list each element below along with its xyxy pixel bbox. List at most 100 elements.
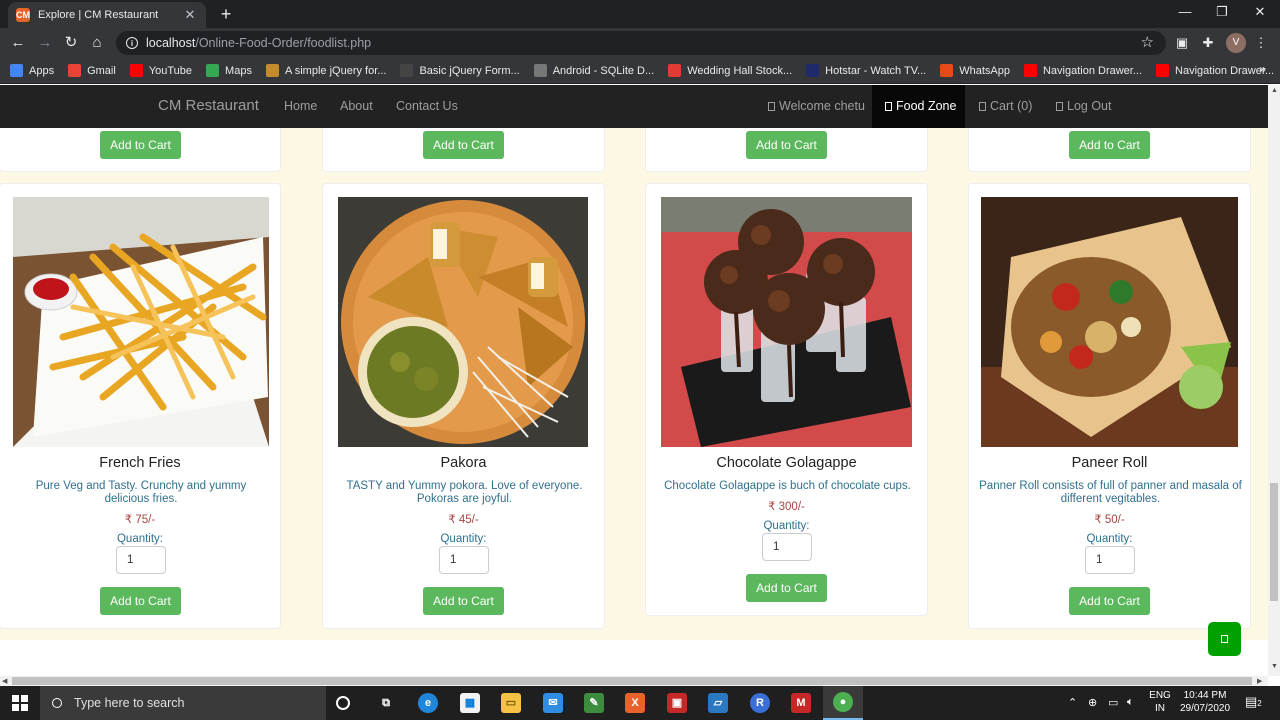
reload-icon[interactable]: ↻: [60, 33, 82, 53]
bookmark-item[interactable]: Navigation Drawer...: [1156, 64, 1274, 77]
extension-icon[interactable]: ▣: [1173, 34, 1191, 52]
cart-icon: [979, 102, 986, 111]
nav-food-zone[interactable]: Food Zone: [885, 99, 956, 113]
vertical-scroll-thumb[interactable]: [1270, 483, 1278, 601]
bookmark-item[interactable]: Apps: [10, 64, 54, 77]
quantity-input[interactable]: 1: [1085, 546, 1135, 574]
food-description: Pure Veg and Tasty. Crunchy and yummy de…: [35, 480, 247, 505]
address-bar[interactable]: i localhost/Online-Food-Order/foodlist.p…: [116, 31, 1166, 55]
bookmark-item[interactable]: Navigation Drawer...: [1023, 64, 1142, 77]
bookmark-label: Gmail: [87, 64, 116, 77]
task-view-icon[interactable]: ⧉: [376, 693, 396, 713]
mail-icon[interactable]: ✉: [543, 693, 563, 713]
food-card-chocolate-golagappe: Chocolate Golagappe Chocolate Golagappe …: [645, 183, 928, 616]
bookmark-label: Wedding Hall Stock...: [687, 64, 793, 77]
quantity-input[interactable]: 1: [116, 546, 166, 574]
food-name: Chocolate Golagappe: [716, 455, 857, 471]
nav-about[interactable]: About: [340, 99, 373, 113]
notepad-icon[interactable]: ✎: [584, 693, 604, 713]
forward-icon[interactable]: →: [34, 33, 56, 53]
r-app-icon[interactable]: R: [750, 693, 770, 713]
minimize-icon[interactable]: —: [1173, 4, 1197, 19]
bookmark-item[interactable]: YouTube: [129, 64, 192, 77]
close-tab-icon[interactable]: ✕: [182, 7, 198, 23]
file-explorer-icon[interactable]: ▭: [501, 693, 521, 713]
quantity-input[interactable]: 1: [439, 546, 489, 574]
profile-avatar[interactable]: V: [1226, 33, 1246, 53]
nav-log-out[interactable]: Log Out: [1056, 99, 1111, 113]
scroll-down-arrow-icon[interactable]: ▼: [1271, 663, 1278, 670]
add-to-cart-button[interactable]: Add to Cart: [423, 587, 504, 615]
add-to-cart-button[interactable]: Add to Cart: [423, 131, 504, 159]
food-zone-label: Food Zone: [896, 99, 957, 113]
add-to-cart-button[interactable]: Add to Cart: [100, 131, 181, 159]
chocolate-golagappe-image: [661, 197, 912, 447]
taskbar-clock[interactable]: 10:44 PM 29/07/2020: [1174, 689, 1236, 715]
chrome-icon: ●: [833, 692, 853, 712]
network-icon[interactable]: ⊕: [1088, 696, 1097, 709]
bookmark-item[interactable]: Android - SQLite D...: [533, 64, 654, 77]
food-price: ₹ 50/-: [1094, 514, 1125, 526]
bookmark-item[interactable]: Gmail: [68, 64, 116, 77]
site-brand[interactable]: CM Restaurant: [158, 97, 259, 114]
store-icon[interactable]: ▦: [460, 693, 480, 713]
notifications-icon[interactable]: ▤2: [1245, 694, 1262, 710]
add-to-cart-button[interactable]: Add to Cart: [746, 574, 827, 602]
bookmark-item[interactable]: WhatsApp: [940, 64, 1010, 77]
search-placeholder: Type here to search: [74, 696, 185, 710]
windows-start-icon[interactable]: [12, 695, 28, 711]
scroll-left-arrow-icon[interactable]: ◀: [2, 677, 7, 685]
food-name: Paneer Roll: [1071, 455, 1148, 471]
volume-icon[interactable]: 🔈︎: [1127, 696, 1134, 709]
bookmark-item[interactable]: A simple jQuery for...: [265, 64, 386, 77]
show-hidden-icons-icon[interactable]: ⌃: [1068, 696, 1077, 709]
browser-menu-icon[interactable]: ⋮: [1252, 34, 1270, 52]
nav-home[interactable]: Home: [284, 99, 317, 113]
add-to-cart-button[interactable]: Add to Cart: [100, 587, 181, 615]
cortana-icon[interactable]: [336, 696, 350, 710]
maximize-icon[interactable]: ❐: [1210, 4, 1234, 20]
xampp-icon[interactable]: X: [625, 693, 645, 713]
input-language[interactable]: ENG IN: [1147, 689, 1173, 715]
nav-cart[interactable]: Cart (0): [979, 99, 1032, 113]
battery-icon[interactable]: ▭: [1108, 696, 1118, 709]
scroll-up-arrow-icon[interactable]: ▲: [1271, 87, 1278, 94]
horizontal-scroll-thumb[interactable]: [12, 677, 1252, 685]
home-icon[interactable]: ⌂: [86, 33, 108, 53]
vertical-scrollbar[interactable]: ▲ ▼: [1268, 85, 1280, 676]
add-to-cart-button[interactable]: Add to Cart: [746, 131, 827, 159]
scroll-right-arrow-icon[interactable]: ▶: [1257, 677, 1262, 685]
paneer-roll-image: [981, 197, 1238, 447]
site-info-icon[interactable]: i: [126, 37, 138, 49]
bookmark-item[interactable]: Wedding Hall Stock...: [668, 64, 792, 77]
edge-icon[interactable]: e: [418, 693, 438, 713]
new-tab-button[interactable]: +: [216, 4, 236, 24]
nav-welcome-user[interactable]: Welcome chetu: [768, 99, 865, 113]
horizontal-scrollbar[interactable]: ◀ ▶: [0, 676, 1268, 686]
nav-contact-us[interactable]: Contact Us: [396, 99, 458, 113]
bookmark-item[interactable]: Basic jQuery Form...: [400, 64, 520, 77]
browser-tab[interactable]: CM Explore | CM Restaurant ✕: [8, 2, 206, 28]
add-to-cart-button[interactable]: Add to Cart: [1069, 131, 1150, 159]
bookmark-favicon-icon: [400, 64, 414, 77]
bookmark-item[interactable]: Hotstar - Watch TV...: [806, 64, 926, 77]
gift-app-icon[interactable]: ▣: [667, 693, 687, 713]
bookmark-label: Maps: [225, 64, 252, 77]
scroll-to-top-button[interactable]: [1208, 622, 1241, 656]
clock-date: 29/07/2020: [1179, 703, 1231, 714]
browser-toolbar: ← → ↻ ⌂ i localhost/Online-Food-Order/fo…: [0, 28, 1280, 58]
more-bookmarks-icon[interactable]: »: [1259, 62, 1266, 76]
gmail-icon: [68, 64, 82, 77]
add-to-cart-button[interactable]: Add to Cart: [1069, 587, 1150, 615]
extensions-puzzle-icon[interactable]: ✚: [1199, 34, 1217, 52]
back-icon[interactable]: ←: [7, 33, 29, 53]
close-window-icon[interactable]: ✕: [1248, 4, 1272, 20]
nav-food-zone-active[interactable]: Food Zone: [872, 85, 965, 128]
mcafee-icon[interactable]: M: [791, 693, 811, 713]
chrome-taskbar-active[interactable]: ●: [823, 686, 863, 720]
quantity-input[interactable]: 1: [762, 533, 812, 561]
bookmark-star-icon[interactable]: ☆: [1141, 33, 1154, 51]
bookmark-item[interactable]: Maps: [206, 64, 252, 77]
laptop-app-icon[interactable]: ▱: [708, 693, 728, 713]
taskbar-search-box[interactable]: Type here to search: [40, 686, 326, 720]
